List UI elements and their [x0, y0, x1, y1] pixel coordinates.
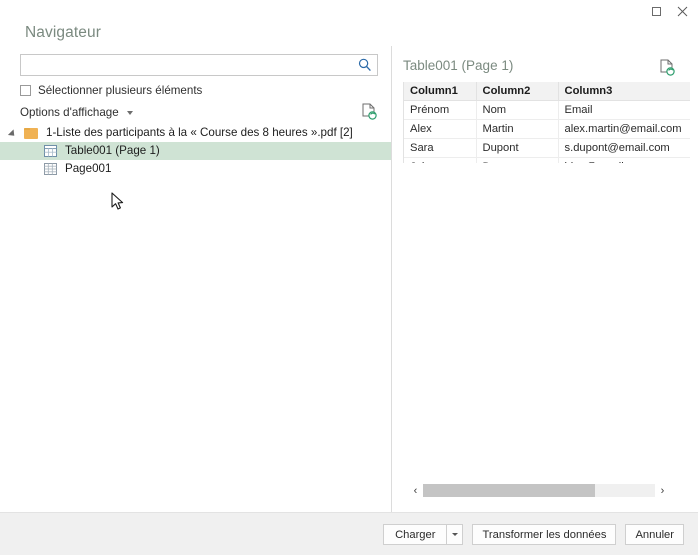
maximize-button[interactable]	[646, 3, 666, 19]
table-cell: alex.martin@email.com	[558, 119, 690, 139]
select-multiple-row[interactable]: Sélectionner plusieurs éléments	[20, 84, 202, 97]
table-row: John Doe jdoe@email.com 01-23-45-	[404, 157, 690, 163]
tree-item-page001[interactable]: Page001	[0, 160, 392, 178]
table-cell: jdoe@email.com	[558, 157, 690, 163]
search-box[interactable]	[20, 54, 378, 76]
navigator-dialog: Navigateur Sélectionner plusieurs élémen…	[0, 0, 698, 555]
table-cell: Martin	[476, 119, 559, 139]
table-row: Prénom Nom Email Numéro d	[404, 100, 690, 120]
select-multiple-label: Sélectionner plusieurs éléments	[38, 84, 203, 97]
page-grid-icon	[44, 163, 57, 175]
footer-button-row: Charger Transformer les données Annuler	[383, 524, 684, 545]
close-button[interactable]	[672, 3, 692, 19]
cancel-button[interactable]: Annuler	[625, 524, 684, 545]
scrollbar-thumb[interactable]	[423, 484, 595, 497]
column-header[interactable]: Column3	[558, 82, 690, 101]
refresh-document-icon[interactable]	[360, 102, 378, 122]
horizontal-scrollbar[interactable]: ‹ ›	[408, 483, 670, 498]
table-icon	[44, 145, 57, 157]
chevron-down-icon	[451, 533, 458, 536]
preview-table: Column1 Column2 Column3 Column4 Prénom N…	[404, 82, 690, 163]
folder-icon	[24, 127, 38, 139]
select-multiple-checkbox[interactable]	[20, 85, 31, 96]
preview-table-viewport: Column1 Column2 Column3 Column4 Prénom N…	[403, 82, 690, 163]
table-row: Sara Dupont s.dupont@email.com 01-23-45-	[404, 138, 690, 158]
table-cell: Doe	[476, 157, 559, 163]
maximize-icon	[651, 6, 661, 16]
table-row: Alex Martin alex.martin@email.com 01-23-…	[404, 119, 690, 139]
close-icon	[677, 6, 687, 16]
load-button[interactable]: Charger	[383, 524, 447, 545]
tree-item-table001-label: Table001 (Page 1)	[65, 144, 160, 157]
column-header[interactable]: Column2	[476, 82, 559, 101]
table-cell: Prénom	[404, 100, 477, 120]
chevron-down-icon	[126, 110, 133, 115]
tree-item-root-label: 1-Liste des participants à la « Course d…	[46, 126, 353, 139]
load-dropdown-button[interactable]	[446, 524, 464, 545]
page-title: Navigateur	[25, 24, 101, 41]
table-cell: s.dupont@email.com	[558, 138, 690, 158]
table-cell: Email	[558, 100, 690, 120]
table-cell: Alex	[404, 119, 477, 139]
preview-panel: Table001 (Page 1) Column1 Column2 Column…	[392, 46, 698, 512]
refresh-document-icon[interactable]	[658, 58, 676, 78]
table-cell: Sara	[404, 138, 477, 158]
scroll-right-arrow-icon[interactable]: ›	[655, 483, 670, 498]
tree-item-root[interactable]: 1-Liste des participants à la « Course d…	[0, 124, 392, 142]
window-controls	[0, 0, 698, 22]
load-split-button[interactable]: Charger	[383, 524, 464, 545]
table-cell: Dupont	[476, 138, 559, 158]
table-cell: John	[404, 157, 477, 163]
preview-title: Table001 (Page 1)	[403, 58, 514, 73]
column-header[interactable]: Column1	[404, 82, 477, 101]
tree-item-table001[interactable]: Table001 (Page 1)	[0, 142, 392, 160]
transform-data-button[interactable]: Transformer les données	[472, 524, 617, 545]
display-options-dropdown[interactable]: Options d'affichage	[20, 106, 133, 119]
table-cell: Nom	[476, 100, 559, 120]
navigator-tree: 1-Liste des participants à la « Course d…	[0, 124, 392, 178]
search-input[interactable]	[21, 55, 355, 75]
tree-item-page001-label: Page001	[65, 162, 112, 175]
left-panel: Sélectionner plusieurs éléments Options …	[0, 46, 392, 512]
mouse-cursor	[111, 192, 124, 210]
scroll-left-arrow-icon[interactable]: ‹	[408, 483, 423, 498]
display-options-label: Options d'affichage	[20, 106, 119, 119]
scrollbar-track[interactable]	[423, 484, 655, 497]
table-header-row: Column1 Column2 Column3 Column4	[404, 82, 690, 101]
dialog-footer: Charger Transformer les données Annuler	[0, 512, 698, 555]
search-icon[interactable]	[357, 57, 373, 73]
expander-icon[interactable]	[7, 129, 18, 139]
